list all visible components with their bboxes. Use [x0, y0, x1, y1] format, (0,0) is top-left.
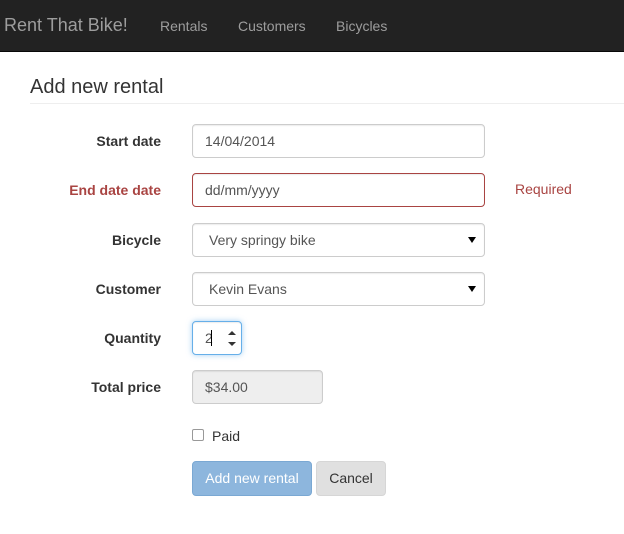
navbar: Rent That Bike! Rentals Customers Bicycl…	[0, 0, 624, 52]
end-date-label: End date date	[69, 182, 161, 198]
bicycle-selected-value: Very springy bike	[209, 232, 316, 248]
total-price-label: Total price	[91, 379, 161, 395]
bicycle-select[interactable]: Very springy bike	[192, 223, 485, 257]
chevron-down-icon	[468, 237, 476, 243]
total-price-field: $34.00	[192, 370, 323, 404]
paid-checkbox[interactable]	[192, 429, 204, 441]
brand-link[interactable]: Rent That Bike!	[4, 15, 128, 36]
nav-customers-link[interactable]: Customers	[238, 18, 306, 34]
text-cursor	[211, 330, 212, 346]
start-date-input[interactable]: 14/04/2014	[192, 124, 485, 158]
customer-select[interactable]: Kevin Evans	[192, 272, 485, 306]
customer-label: Customer	[95, 281, 161, 297]
quantity-label: Quantity	[104, 330, 161, 346]
start-date-value: 14/04/2014	[205, 133, 276, 149]
title-divider	[30, 103, 624, 104]
nav-rentals-link[interactable]: Rentals	[160, 18, 207, 34]
chevron-down-icon	[468, 286, 476, 292]
add-rental-button[interactable]: Add new rental	[192, 461, 312, 496]
customer-selected-value: Kevin Evans	[209, 281, 287, 297]
total-price-value: $34.00	[205, 379, 248, 395]
page-title: Add new rental	[30, 76, 164, 98]
increment-arrow-icon[interactable]	[228, 331, 236, 335]
decrement-arrow-icon[interactable]	[228, 342, 236, 346]
end-date-error-message: Required	[515, 181, 572, 197]
cancel-button[interactable]: Cancel	[316, 461, 386, 496]
start-date-label: Start date	[96, 133, 161, 149]
end-date-input[interactable]: dd/mm/yyyy	[192, 173, 485, 207]
nav-bicycles-link[interactable]: Bicycles	[336, 18, 387, 34]
quantity-spinner[interactable]	[225, 324, 239, 352]
paid-label[interactable]: Paid	[212, 428, 240, 444]
bicycle-label: Bicycle	[111, 232, 161, 248]
end-date-placeholder: dd/mm/yyyy	[205, 182, 280, 198]
quantity-stepper[interactable]: 2	[192, 321, 242, 355]
